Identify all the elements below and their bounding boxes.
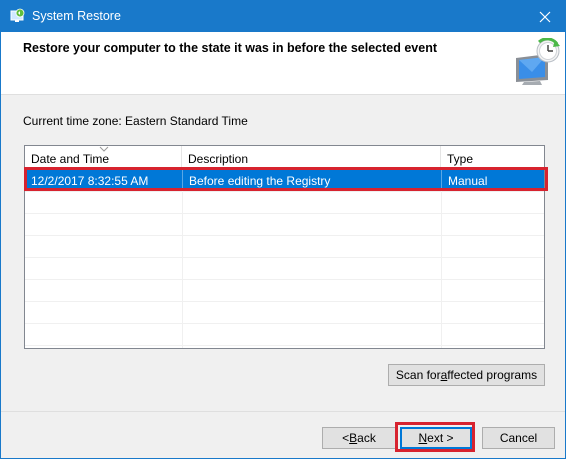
sort-descending-icon [99, 146, 109, 152]
wizard-header: Restore your computer to the state it wa… [1, 32, 565, 95]
empty-row [25, 236, 544, 258]
footer-divider [1, 411, 565, 412]
list-header: Date and Time Description Type [25, 146, 544, 170]
column-divider [441, 192, 442, 348]
empty-row [25, 324, 544, 346]
timezone-label: Current time zone: Eastern Standard Time [23, 114, 248, 128]
empty-row [25, 214, 544, 236]
close-button[interactable] [525, 1, 565, 32]
next-button[interactable]: Next > [400, 427, 472, 449]
column-header-description[interactable]: Description [182, 146, 441, 170]
scan-label-prefix: Scan for [395, 368, 441, 382]
system-restore-window: System Restore Restore your computer to … [0, 0, 566, 459]
back-label-accel: B [349, 431, 358, 445]
empty-row [25, 192, 544, 214]
system-restore-app-icon [9, 8, 25, 24]
next-label-suffix: ext > [427, 431, 454, 445]
next-label-accel: N [418, 431, 428, 445]
system-restore-monitor-icon [512, 37, 562, 86]
back-button[interactable]: < Back [322, 427, 396, 449]
column-divider [182, 192, 183, 348]
back-label-suffix: ack [357, 431, 376, 445]
cancel-button[interactable]: Cancel [482, 427, 555, 449]
empty-row [25, 258, 544, 280]
back-label-prefix: < [342, 431, 350, 445]
empty-row [25, 280, 544, 302]
title-bar[interactable]: System Restore [1, 1, 565, 32]
scan-affected-programs-button[interactable]: Scan for a ffected programs [388, 364, 545, 386]
empty-row [25, 302, 544, 324]
scan-label-accel: a [440, 368, 448, 382]
cell-description: Before editing the Registry [182, 170, 441, 192]
page-heading: Restore your computer to the state it wa… [23, 41, 437, 55]
close-icon [539, 11, 551, 22]
scan-label-suffix: ffected programs [447, 368, 538, 382]
window-title: System Restore [32, 9, 121, 23]
restore-points-list[interactable]: Date and Time Description Type 12/2/2017… [24, 145, 545, 349]
column-header-type[interactable]: Type [441, 146, 544, 170]
cell-type: Manual [441, 170, 544, 192]
cell-date-time: 12/2/2017 8:32:55 AM [31, 174, 149, 188]
table-row[interactable]: 12/2/2017 8:32:55 AM Before editing the … [25, 170, 544, 192]
